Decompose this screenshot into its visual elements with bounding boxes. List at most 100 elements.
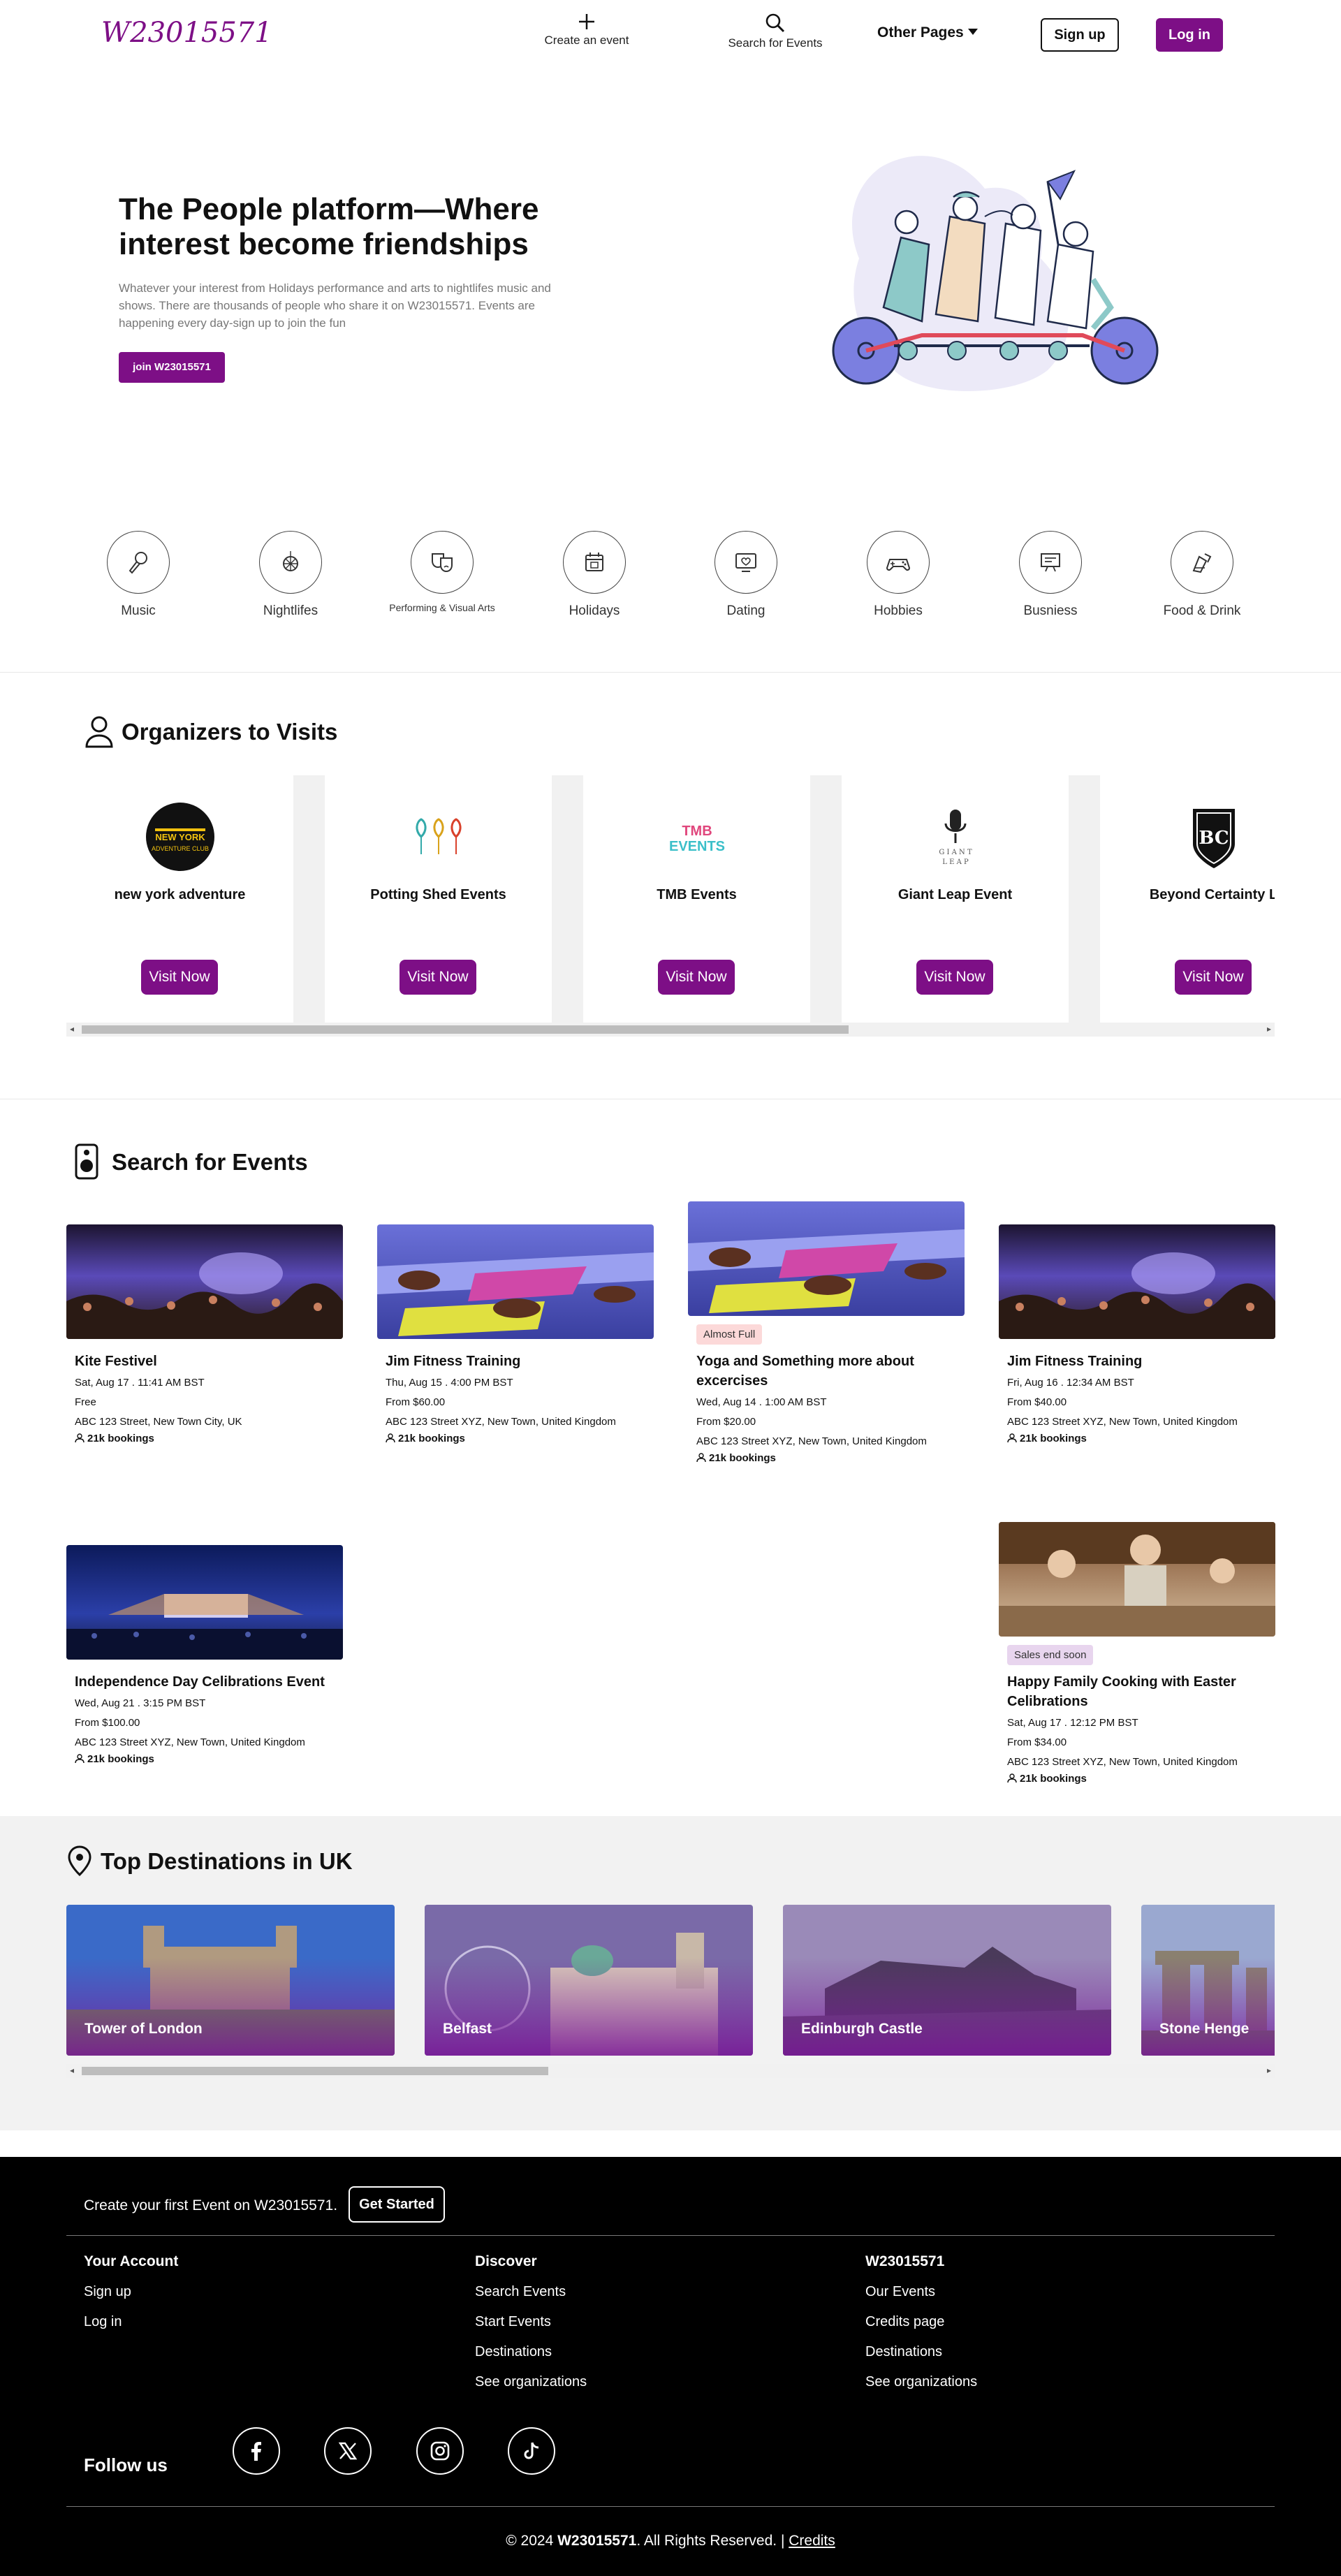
- destination-card[interactable]: Stone Henge: [1141, 1905, 1275, 2056]
- category-dating[interactable]: Dating: [676, 531, 816, 619]
- destinations-scrollbar[interactable]: ◂ ▸: [66, 2064, 1275, 2078]
- map-pin-icon: [68, 1845, 91, 1877]
- footer-link-signup[interactable]: Sign up: [84, 2284, 178, 2300]
- other-pages-dropdown[interactable]: Other Pages: [877, 24, 978, 41]
- event-address: ABC 123 Street, New Town City, UK: [75, 1416, 242, 1428]
- footer-column-discover: Discover Search Events Start Events Dest…: [475, 2253, 587, 2404]
- organizer-name: Giant Leap Event: [897, 887, 1013, 902]
- event-title: Yoga and Something more about excercises: [696, 1354, 914, 1389]
- speaker-icon: [75, 1143, 98, 1180]
- destination-card[interactable]: Tower of London: [66, 1905, 395, 2056]
- event-card[interactable]: Jim Fitness Training Fri, Aug 16 . 12:34…: [999, 1224, 1275, 1444]
- event-bookings: 21k bookings: [1007, 1773, 1267, 1785]
- event-image: [377, 1224, 654, 1339]
- svg-text:EVENTS: EVENTS: [668, 839, 724, 854]
- calendar-icon: [563, 531, 626, 594]
- svg-text:G I A N T: G I A N T: [939, 849, 972, 856]
- event-card[interactable]: Independence Day Celibrations Event Wed,…: [66, 1545, 343, 1765]
- footer-link-see-organizations[interactable]: See organizations: [475, 2374, 587, 2390]
- site-logo[interactable]: W23015571: [101, 17, 272, 49]
- category-hobbies[interactable]: Hobbies: [828, 531, 968, 619]
- footer-link-destinations[interactable]: Destinations: [865, 2344, 977, 2360]
- scroll-left-icon[interactable]: ◂: [70, 1024, 74, 1034]
- scroll-right-icon[interactable]: ▸: [1267, 2065, 1271, 2075]
- user-icon: [1007, 1773, 1017, 1783]
- search-events-link[interactable]: Search for Events: [723, 13, 828, 50]
- event-address: ABC 123 Street XYZ, New Town, United Kin…: [75, 1736, 305, 1748]
- footer-link-our-events[interactable]: Our Events: [865, 2284, 977, 2300]
- event-card[interactable]: Kite Festivel Sat, Aug 17 . 11:41 AM BST…: [66, 1224, 343, 1444]
- destination-card[interactable]: Edinburgh Castle: [783, 1905, 1111, 2056]
- footer-cta-text: Create your first Event on W23015571.: [84, 2197, 338, 2213]
- category-food-drink[interactable]: Food & Drink: [1132, 531, 1272, 619]
- signup-button[interactable]: Sign up: [1041, 18, 1119, 52]
- footer-link-search-events[interactable]: Search Events: [475, 2284, 587, 2300]
- svg-text:TMB: TMB: [682, 824, 712, 839]
- organizer-card: NEW YORK ADVENTURE CLUB new york adventur…: [66, 775, 293, 1024]
- footer-divider: [66, 2235, 1275, 2236]
- giant-leap-logo: G I A N T L E A P: [921, 802, 990, 872]
- destinations-title: Top Destinations in UK: [101, 1848, 353, 1874]
- create-event-link[interactable]: Create an event: [538, 13, 636, 47]
- footer-link-credits-page[interactable]: Credits page: [865, 2314, 977, 2330]
- login-button[interactable]: Log in: [1156, 18, 1223, 52]
- category-holidays[interactable]: Holidays: [525, 531, 664, 619]
- event-date: Thu, Aug 15 . 4:00 PM BST: [386, 1377, 513, 1389]
- heart-screen-icon: [715, 531, 777, 594]
- event-card[interactable]: Jim Fitness Training Thu, Aug 15 . 4:00 …: [377, 1224, 654, 1444]
- category-performing-arts[interactable]: Performing & Visual Arts: [372, 531, 512, 613]
- top-nav: W23015571 Create an event Search for Eve…: [0, 0, 1341, 70]
- destinations-carousel[interactable]: Tower of London Belfast Edinburgh Castle…: [66, 1905, 1275, 2056]
- event-card[interactable]: Sales end soon Happy Family Cooking with…: [999, 1522, 1275, 1785]
- scrollbar-thumb[interactable]: [82, 2067, 548, 2075]
- svg-text:L E A P: L E A P: [942, 858, 969, 866]
- visit-now-button[interactable]: Visit Now: [400, 960, 476, 995]
- presentation-icon: [1019, 531, 1082, 594]
- scroll-right-icon[interactable]: ▸: [1267, 1024, 1271, 1034]
- category-nightlifes[interactable]: Nightlifes: [221, 531, 360, 619]
- footer-column-account: Your Account Sign up Log in: [84, 2253, 178, 2344]
- footer-link-start-events[interactable]: Start Events: [475, 2314, 587, 2330]
- credits-link[interactable]: Credits: [789, 2533, 835, 2549]
- destination-card[interactable]: Belfast: [425, 1905, 753, 2056]
- visit-now-button[interactable]: Visit Now: [658, 960, 735, 995]
- get-started-button[interactable]: Get Started: [349, 2186, 445, 2223]
- destination-name: Belfast: [443, 2021, 492, 2037]
- footer-link-destinations[interactable]: Destinations: [475, 2344, 587, 2360]
- instagram-icon[interactable]: [416, 2427, 464, 2475]
- visit-now-button[interactable]: Visit Now: [1175, 960, 1252, 995]
- x-icon[interactable]: [324, 2427, 372, 2475]
- category-business[interactable]: Busniess: [981, 531, 1120, 619]
- event-card[interactable]: Almost Full Yoga and Something more abou…: [688, 1201, 965, 1464]
- visit-now-button[interactable]: Visit Now: [141, 960, 218, 995]
- event-bookings: 21k bookings: [75, 1433, 335, 1444]
- disco-ball-icon: [259, 531, 322, 594]
- tandem-bike-illustration: [832, 156, 1159, 391]
- facebook-icon[interactable]: [233, 2427, 280, 2475]
- bookings-label: 21k bookings: [1020, 1433, 1087, 1444]
- organizer-name: TMB Events: [657, 887, 737, 902]
- search-events-label: Search for Events: [728, 36, 823, 50]
- category-label: Nightlifes: [263, 603, 318, 618]
- visit-now-button[interactable]: Visit Now: [916, 960, 993, 995]
- scroll-left-icon[interactable]: ◂: [70, 2065, 74, 2075]
- category-label: Music: [121, 603, 156, 618]
- tiktok-icon[interactable]: [508, 2427, 555, 2475]
- category-label: Dating: [726, 603, 765, 618]
- category-music[interactable]: Music: [68, 531, 208, 619]
- event-title: Jim Fitness Training: [1007, 1354, 1143, 1369]
- destination-name: Stone Henge: [1159, 2021, 1250, 2037]
- scrollbar-thumb[interactable]: [82, 1025, 849, 1034]
- organizers-carousel[interactable]: NEW YORK ADVENTURE CLUB new york adventur…: [66, 775, 1275, 1024]
- copyright: © 2024 W23015571. All Rights Reserved. |…: [0, 2533, 1341, 2549]
- footer-heading: W23015571: [865, 2253, 945, 2269]
- bookings-label: 21k bookings: [87, 1433, 154, 1444]
- footer-link-login[interactable]: Log in: [84, 2314, 178, 2330]
- footer-heading: Discover: [475, 2253, 537, 2269]
- organizers-scrollbar[interactable]: ◂ ▸: [66, 1023, 1275, 1037]
- footer-heading: Your Account: [84, 2253, 179, 2269]
- follow-us-label: Follow us: [84, 2454, 168, 2475]
- event-bookings: 21k bookings: [1007, 1433, 1267, 1444]
- footer-link-see-organizations[interactable]: See organizations: [865, 2374, 977, 2390]
- join-button[interactable]: join W23015571: [119, 352, 225, 383]
